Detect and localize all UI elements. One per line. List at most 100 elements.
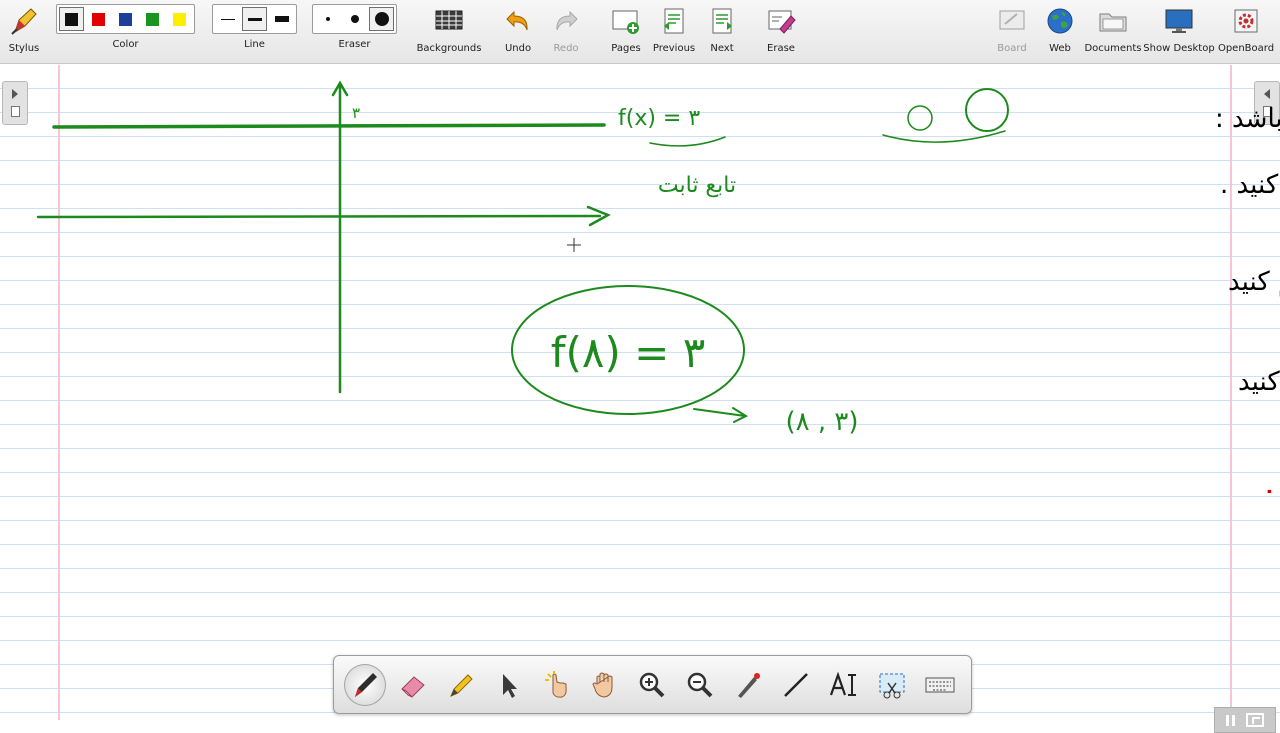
previous-label: Previous <box>652 43 696 54</box>
circled-result: f(۸) = ۳ <box>551 328 706 377</box>
backgrounds-label: Backgrounds <box>416 43 482 54</box>
line-thick-option[interactable] <box>269 7 294 31</box>
annotation-underline <box>649 136 726 147</box>
erase-label: Erase <box>767 43 795 54</box>
line-label: Line <box>244 39 265 50</box>
eraser-medium-option[interactable] <box>342 7 367 31</box>
globe-icon <box>1044 4 1076 38</box>
text-icon <box>830 671 857 696</box>
color-yellow-swatch[interactable] <box>167 7 192 31</box>
previous-page-icon <box>658 4 690 38</box>
point-result: (۸ , ۳) <box>785 407 858 437</box>
interact-tool-button[interactable] <box>536 664 578 706</box>
recording-pause-control[interactable] <box>1214 707 1276 733</box>
ink-layer: ۳ f(x) = ۳ تابع ثابت مثال ) اگر f(x) = ۳… <box>36 80 1280 499</box>
erase-page-button[interactable]: Erase <box>764 4 798 60</box>
stylus-label: Stylus <box>8 43 40 54</box>
monitor-icon <box>1163 4 1195 38</box>
documents-label: Documents <box>1084 43 1142 54</box>
line-width-options <box>212 4 297 34</box>
folder-icon <box>1097 4 1129 38</box>
undo-label: Undo <box>504 43 532 54</box>
pointing-hand-icon <box>544 670 567 698</box>
backgrounds-icon <box>433 4 465 38</box>
line-tool-button[interactable] <box>775 664 817 706</box>
color-blue-swatch[interactable] <box>113 7 138 31</box>
marker-tool-button[interactable] <box>440 664 482 706</box>
web-label: Web <box>1049 43 1071 54</box>
x-axis <box>36 214 602 219</box>
eraser-tool-button[interactable] <box>392 664 434 706</box>
previous-page-button[interactable]: Previous <box>652 4 696 60</box>
color-group: Color <box>56 4 195 50</box>
line-medium-option[interactable] <box>242 7 267 31</box>
pen-tool-button[interactable] <box>344 663 386 706</box>
circled-variable <box>907 105 933 131</box>
next-page-icon <box>706 4 738 38</box>
zoom-in-tool-button[interactable] <box>632 664 674 706</box>
tool-dock <box>333 655 972 714</box>
next-page-button[interactable]: Next <box>706 4 738 60</box>
question-item-1: ۱) نوع تابع را مشخص کنید . <box>1220 170 1280 200</box>
function-annotation: f(x) = ۳ <box>618 106 700 131</box>
laser-pointer-tool-button[interactable] <box>727 664 769 706</box>
undo-arrow-icon <box>502 4 534 38</box>
redo-label: Redo <box>553 43 579 54</box>
color-label: Color <box>112 39 139 50</box>
line-icon <box>784 672 809 697</box>
laser-pointer-icon <box>738 672 761 698</box>
highlighter-icon <box>449 673 473 697</box>
eraser-group: Eraser <box>312 4 397 50</box>
line-thin-option[interactable] <box>215 7 240 31</box>
question-item-3: ۳) f(۸) را حساب کنید <box>1238 367 1280 397</box>
undo-button[interactable]: Undo <box>502 4 534 60</box>
selector-tool-button[interactable] <box>488 664 530 706</box>
circled-value <box>965 88 1009 132</box>
eraser-size-options <box>312 4 397 34</box>
pen-icon <box>354 672 377 697</box>
constant-function-annotation: تابع ثابت <box>658 173 736 198</box>
openboard-label: OpenBoard <box>1217 43 1275 54</box>
hand-tool-button[interactable] <box>584 664 626 706</box>
question-item-2: ۲) نمودار آن را رسم کنید <box>1228 265 1280 297</box>
openboard-menu-button[interactable]: OpenBoard <box>1217 4 1275 60</box>
gear-icon <box>1230 4 1262 38</box>
title-function-underline <box>882 130 1006 143</box>
eraser-small-option[interactable] <box>315 7 340 31</box>
documents-button[interactable]: Documents <box>1084 4 1142 60</box>
arrow-pointer-icon <box>502 673 517 698</box>
screen-capture-icon <box>879 673 905 698</box>
color-green-swatch[interactable] <box>140 7 165 31</box>
stylus-button[interactable]: Stylus <box>6 4 42 60</box>
color-red-swatch[interactable] <box>86 7 111 31</box>
add-page-icon <box>610 4 642 38</box>
redo-button[interactable]: Redo <box>550 4 582 60</box>
graph-drawing <box>36 80 1006 423</box>
capture-tool-button[interactable] <box>871 664 913 706</box>
crosshair-cursor-icon <box>567 238 581 252</box>
color-swatches <box>56 4 195 34</box>
text-tool-button[interactable] <box>823 664 865 706</box>
zoom-out-tool-button[interactable] <box>679 664 721 706</box>
domain-note: * اگر در تابعی دامنه داده نشده بود دامنه… <box>1264 470 1280 499</box>
board-mode-button[interactable]: Board <box>994 4 1030 60</box>
redo-arrow-icon <box>550 4 582 38</box>
zoom-out-icon <box>688 672 713 697</box>
board-label: Board <box>997 43 1027 54</box>
result-arrow <box>693 407 749 423</box>
whiteboard-canvas[interactable]: ۳ f(x) = ۳ تابع ثابت مثال ) اگر f(x) = ۳… <box>0 65 1280 733</box>
erase-page-icon <box>765 4 797 38</box>
show-desktop-button[interactable]: Show Desktop <box>1143 4 1215 60</box>
eraser-label: Eraser <box>338 39 371 50</box>
backgrounds-button[interactable]: Backgrounds <box>416 4 482 60</box>
keyboard-icon <box>925 677 955 692</box>
color-black-swatch[interactable] <box>59 7 84 31</box>
zoom-in-icon <box>640 672 665 697</box>
eraser-large-option[interactable] <box>369 7 394 31</box>
web-button[interactable]: Web <box>1042 4 1078 60</box>
stylus-icon <box>8 4 40 38</box>
restore-window-icon <box>1246 713 1264 727</box>
keyboard-tool-button[interactable] <box>919 664 961 706</box>
pages-button[interactable]: Pages <box>608 4 644 60</box>
pause-icon <box>1226 714 1235 726</box>
